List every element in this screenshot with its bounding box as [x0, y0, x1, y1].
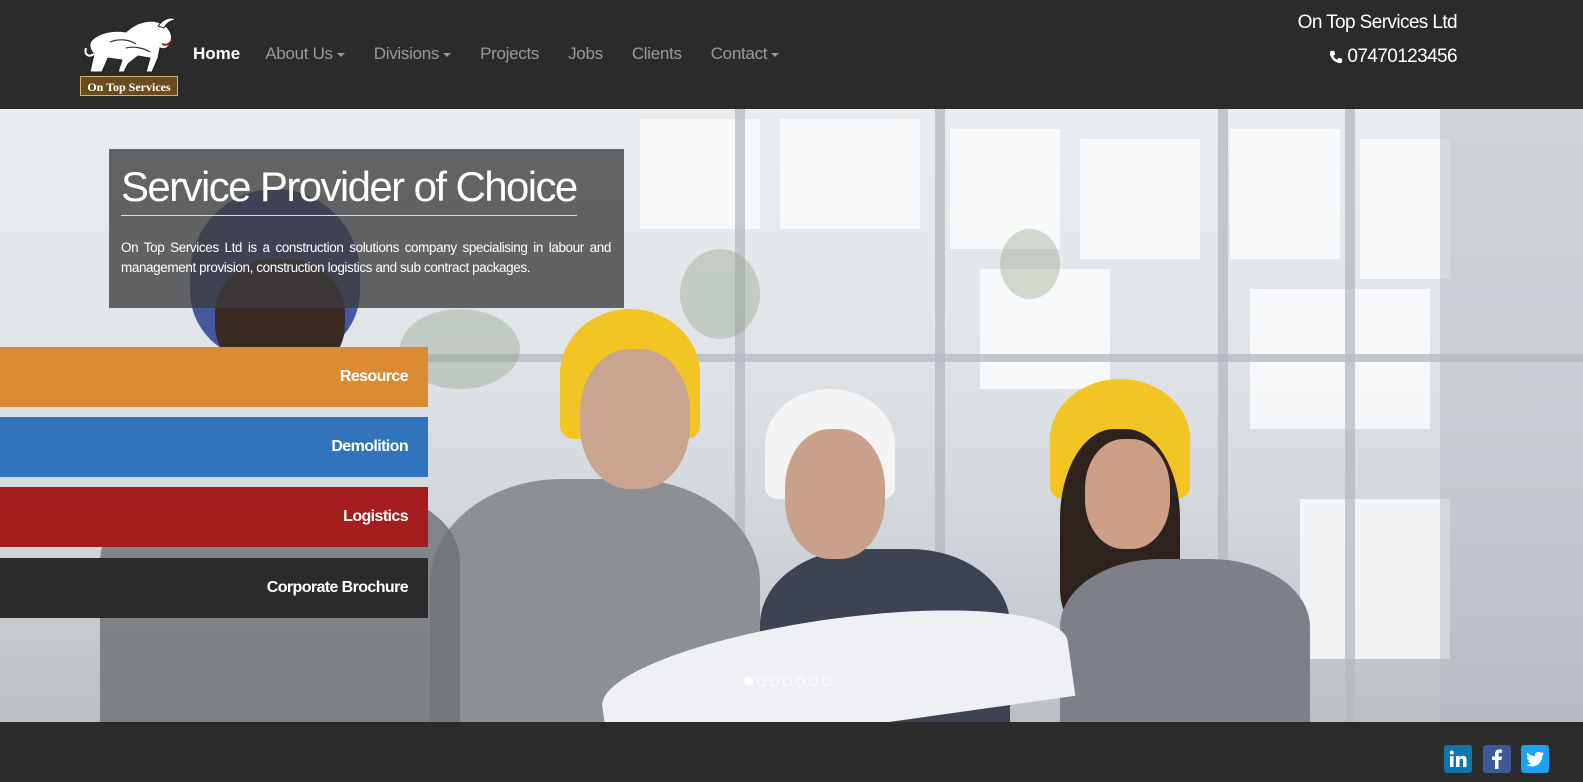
phone-link[interactable]: 07470123456: [1329, 46, 1458, 68]
corporate-brochure-button-label: Corporate Brochure: [266, 579, 409, 596]
hero-description: On Top Services Ltd is a construction so…: [121, 240, 611, 275]
site-footer: [0, 722, 1583, 782]
caret-down-icon: [771, 52, 780, 57]
logistics-button[interactable]: Logistics: [0, 487, 428, 547]
demolition-button[interactable]: Demolition: [0, 417, 428, 477]
phone-icon: [1330, 50, 1343, 64]
carousel-dot-1[interactable]: [744, 677, 753, 686]
bull-logo-icon: [84, 17, 178, 73]
carousel-dot-6[interactable]: [809, 677, 818, 686]
phone-number: 07470123456: [1347, 46, 1457, 67]
nav-clients-label: Clients: [631, 44, 682, 63]
twitter-link[interactable]: [1521, 745, 1549, 773]
nav-contact[interactable]: Contact: [711, 44, 780, 64]
company-name: On Top Services Ltd: [1297, 12, 1458, 33]
hero-carousel: Service Provider of Choice On Top Servic…: [0, 109, 1583, 722]
site-logo[interactable]: On Top Services: [80, 14, 178, 96]
facebook-link[interactable]: [1483, 745, 1511, 773]
linkedin-link[interactable]: [1444, 745, 1472, 773]
site-header: On Top Services Home About Us Divisions …: [0, 0, 1583, 109]
nav-projects[interactable]: Projects: [480, 44, 539, 64]
demolition-button-label: Demolition: [331, 438, 408, 455]
nav-contact-label: Contact: [710, 44, 768, 63]
carousel-dot-2[interactable]: [757, 677, 766, 686]
nav-about-us[interactable]: About Us: [265, 44, 345, 64]
caret-down-icon: [443, 52, 452, 57]
nav-divisions[interactable]: Divisions: [373, 44, 452, 64]
caret-down-icon: [336, 52, 345, 57]
main-nav: Home About Us Divisions Projects Jobs Cl…: [193, 38, 808, 70]
nav-projects-label: Projects: [480, 44, 540, 63]
resource-button-label: Resource: [339, 368, 409, 385]
carousel-dot-7[interactable]: [822, 677, 831, 686]
carousel-dot-4[interactable]: [783, 677, 792, 686]
resource-button[interactable]: Resource: [0, 347, 428, 407]
twitter-icon: [1526, 751, 1544, 767]
carousel-dot-3[interactable]: [770, 677, 779, 686]
nav-jobs[interactable]: Jobs: [568, 44, 603, 64]
corporate-brochure-button[interactable]: Corporate Brochure: [0, 558, 428, 618]
logistics-button-label: Logistics: [343, 508, 408, 525]
linkedin-icon: [1449, 750, 1467, 767]
nav-home[interactable]: Home: [193, 44, 240, 64]
nav-divisions-label: Divisions: [373, 44, 440, 63]
facebook-icon: [1492, 749, 1503, 769]
nav-jobs-label: Jobs: [568, 44, 603, 63]
hero-title: Service Provider of Choice: [121, 163, 578, 216]
nav-about-us-label: About Us: [265, 44, 333, 63]
nav-clients[interactable]: Clients: [632, 44, 682, 64]
carousel-indicators: [744, 677, 835, 686]
carousel-dot-5[interactable]: [796, 677, 805, 686]
nav-home-label: Home: [193, 44, 241, 63]
logo-text: On Top Services: [80, 76, 178, 96]
hero-caption: Service Provider of Choice On Top Servic…: [109, 149, 624, 308]
